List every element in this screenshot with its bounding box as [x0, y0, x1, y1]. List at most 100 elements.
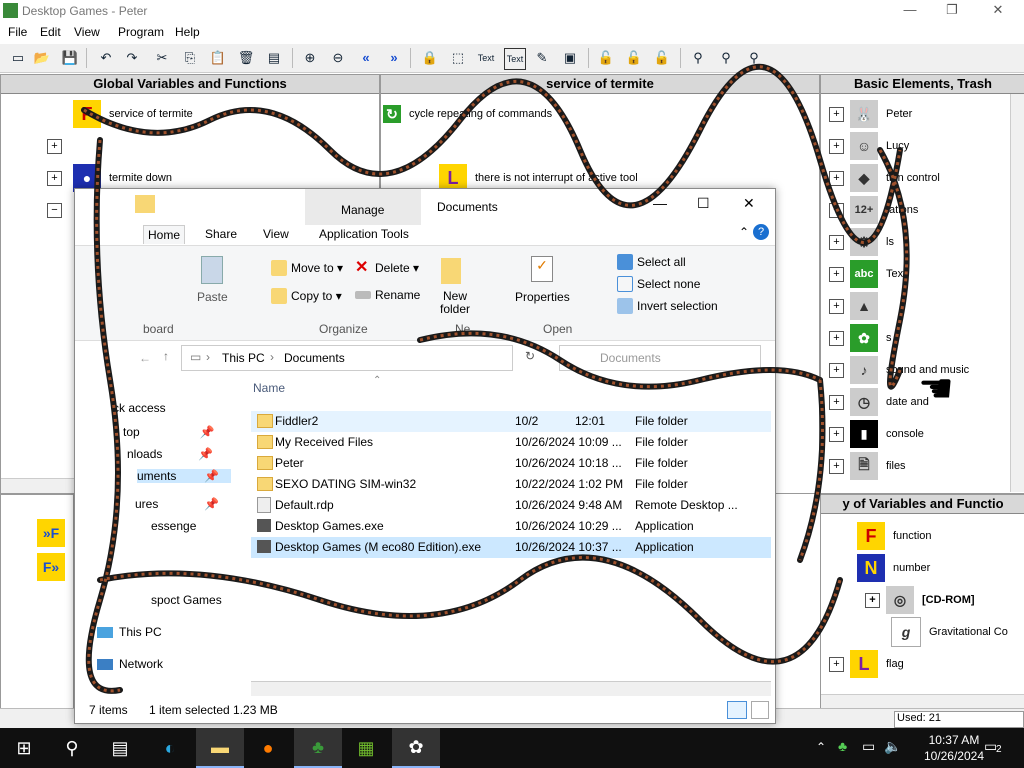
explorer-maximize-button[interactable]: ☐: [697, 195, 710, 212]
restore-button[interactable]: ❐: [932, 2, 972, 20]
nav-pictures[interactable]: ures 📌: [135, 497, 219, 511]
forward-function-icon[interactable]: »F: [37, 519, 65, 547]
up-arrow-icon[interactable]: ↑: [163, 349, 169, 363]
delete-button[interactable]: ✕ Delete ▾: [355, 260, 419, 276]
file-row[interactable]: Fiddler2 10/2 12:01 File folder: [251, 411, 771, 432]
tree-item[interactable]: + ✿ s: [829, 323, 892, 353]
file-explorer-icon[interactable]: ▬: [196, 728, 244, 768]
tab-share[interactable]: Share: [201, 225, 241, 243]
lock-icon[interactable]: 🔒: [420, 48, 440, 68]
breadcrumb-documents[interactable]: Documents: [284, 351, 345, 365]
select-none-button[interactable]: Select none: [617, 276, 700, 292]
invert-selection-button[interactable]: Invert selection: [617, 298, 718, 314]
firefox-icon[interactable]: ●: [244, 728, 292, 768]
zoom-in-icon[interactable]: ⊕: [300, 48, 320, 68]
new-folder-button[interactable]: New folder: [435, 290, 475, 316]
menu-view[interactable]: View: [74, 25, 100, 39]
edge-icon[interactable]: ◐: [146, 728, 194, 768]
tray-app-icon[interactable]: ♣: [838, 738, 847, 754]
tree-item[interactable]: + abc Text: [829, 259, 906, 289]
rename-button[interactable]: Rename: [355, 288, 420, 302]
lock-b-icon[interactable]: 🔓: [624, 48, 644, 68]
lock-c-icon[interactable]: 🔓: [652, 48, 672, 68]
binoculars-icon[interactable]: ⚲: [688, 48, 708, 68]
collapse-icon[interactable]: −: [47, 203, 68, 218]
search-input[interactable]: Documents: [559, 345, 761, 371]
column-header-name[interactable]: Name: [253, 381, 285, 395]
menu-edit[interactable]: Edit: [40, 25, 61, 39]
properties-button[interactable]: Properties: [515, 290, 570, 304]
file-row[interactable]: Peter 10/26/2024 10:18 ... File folder: [251, 453, 771, 474]
tree-item[interactable]: + ◎ [CD-ROM]: [865, 585, 975, 615]
paste-icon[interactable]: 📋: [208, 48, 228, 68]
back-arrow-icon[interactable]: ←: [139, 351, 151, 365]
open-icon[interactable]: 📂: [32, 48, 52, 68]
close-button[interactable]: ✕: [978, 2, 1018, 20]
ribbon-collapse-icon[interactable]: ⌃: [739, 225, 749, 239]
expand-icon[interactable]: +: [47, 171, 68, 186]
delete-icon[interactable]: 🗑: [236, 48, 256, 68]
copy-icon[interactable]: ⎘: [180, 48, 200, 68]
save-icon[interactable]: 💾: [60, 48, 80, 68]
paste-button[interactable]: Paste: [197, 290, 228, 304]
rabbit-app-icon[interactable]: ✿: [392, 728, 440, 768]
details-view-icon[interactable]: [727, 701, 747, 719]
explorer-minimize-button[interactable]: —: [653, 195, 667, 211]
text-box-icon[interactable]: Text: [504, 48, 526, 70]
find-replace-icon[interactable]: ⚲: [716, 48, 736, 68]
task-view-icon[interactable]: ▤: [96, 728, 144, 768]
tree-item[interactable]: + Lflag: [829, 649, 904, 679]
zoom-out-icon[interactable]: ⊖: [328, 48, 348, 68]
rewind-icon[interactable]: «: [356, 48, 376, 68]
text-icon[interactable]: Text: [476, 48, 496, 68]
tree-item[interactable]: + ▲: [829, 291, 886, 321]
horizontal-scrollbar[interactable]: [821, 694, 1024, 709]
nav-desktop-games[interactable]: spoct Games: [151, 593, 222, 607]
network-icon[interactable]: ▭: [862, 738, 875, 755]
file-row[interactable]: Desktop Games.exe 10/26/2024 10:29 ... App…: [251, 516, 771, 537]
copy-to-button[interactable]: Copy to ▾: [271, 288, 342, 304]
menu-file[interactable]: File: [8, 25, 27, 39]
ribbon-context-tab[interactable]: Manage: [305, 189, 421, 225]
explorer-close-button[interactable]: ✕: [743, 195, 755, 212]
file-row-selected[interactable]: Desktop Games (M eco80 Edition).exe 10/26…: [251, 537, 771, 558]
minimize-button[interactable]: —: [890, 2, 930, 20]
forward-icon[interactable]: »: [384, 48, 404, 68]
menu-program[interactable]: Program: [118, 25, 164, 39]
volume-icon[interactable]: 🔈: [884, 738, 901, 755]
nav-this-pc[interactable]: This PC: [97, 625, 162, 639]
vertical-scrollbar[interactable]: [1010, 94, 1024, 492]
tiles-view-icon[interactable]: [751, 701, 769, 719]
file-row[interactable]: SEXO DATING SIM-win32 10/22/2024 1:02 PM F…: [251, 474, 771, 495]
start-button[interactable]: ⊞: [0, 728, 48, 768]
tree-item[interactable]: + ◆ tion control: [829, 163, 940, 193]
redo-icon[interactable]: ↷: [122, 48, 142, 68]
tree-item[interactable]: + ☺ Lucy: [829, 131, 909, 161]
nav-documents[interactable]: uments 📌: [137, 469, 231, 483]
system-clock[interactable]: 10:37 AM 10/26/2024: [924, 732, 984, 764]
desktop-games-icon[interactable]: ♣: [294, 728, 342, 768]
refresh-icon[interactable]: ↻: [525, 349, 535, 363]
show-hidden-icons[interactable]: ⌃: [816, 740, 826, 754]
breadcrumb-this-pc[interactable]: This PC: [222, 351, 265, 365]
undo-icon[interactable]: ↶: [96, 48, 116, 68]
tree-item[interactable]: + 🐰 Peter: [829, 99, 912, 129]
select-icon[interactable]: ⬚: [448, 48, 468, 68]
tab-view[interactable]: View: [259, 225, 293, 243]
move-to-button[interactable]: Move to ▾: [271, 260, 343, 276]
tree-item[interactable]: F service of termite: [73, 99, 193, 129]
tree-item[interactable]: Ffunction: [857, 521, 932, 551]
tree-item[interactable]: + ▮ console: [829, 419, 924, 449]
lock-a-icon[interactable]: 🔓: [596, 48, 616, 68]
help-icon[interactable]: ?: [753, 224, 769, 240]
nav-messenger[interactable]: essenge: [151, 519, 196, 533]
tree-item[interactable]: + ⚙ ls: [829, 227, 894, 257]
tree-item[interactable]: + ◷ date and: [829, 387, 929, 417]
nav-quick-access[interactable]: ck access: [113, 401, 166, 415]
file-row[interactable]: Default.rdp 10/26/2024 9:48 AM Remote Desk…: [251, 495, 771, 516]
expand-icon[interactable]: +: [47, 139, 68, 154]
function-forward-icon[interactable]: F»: [37, 553, 65, 581]
select-all-button[interactable]: Select all: [617, 254, 686, 270]
file-list-scrollbar[interactable]: [251, 681, 771, 696]
menu-help[interactable]: Help: [175, 25, 200, 39]
